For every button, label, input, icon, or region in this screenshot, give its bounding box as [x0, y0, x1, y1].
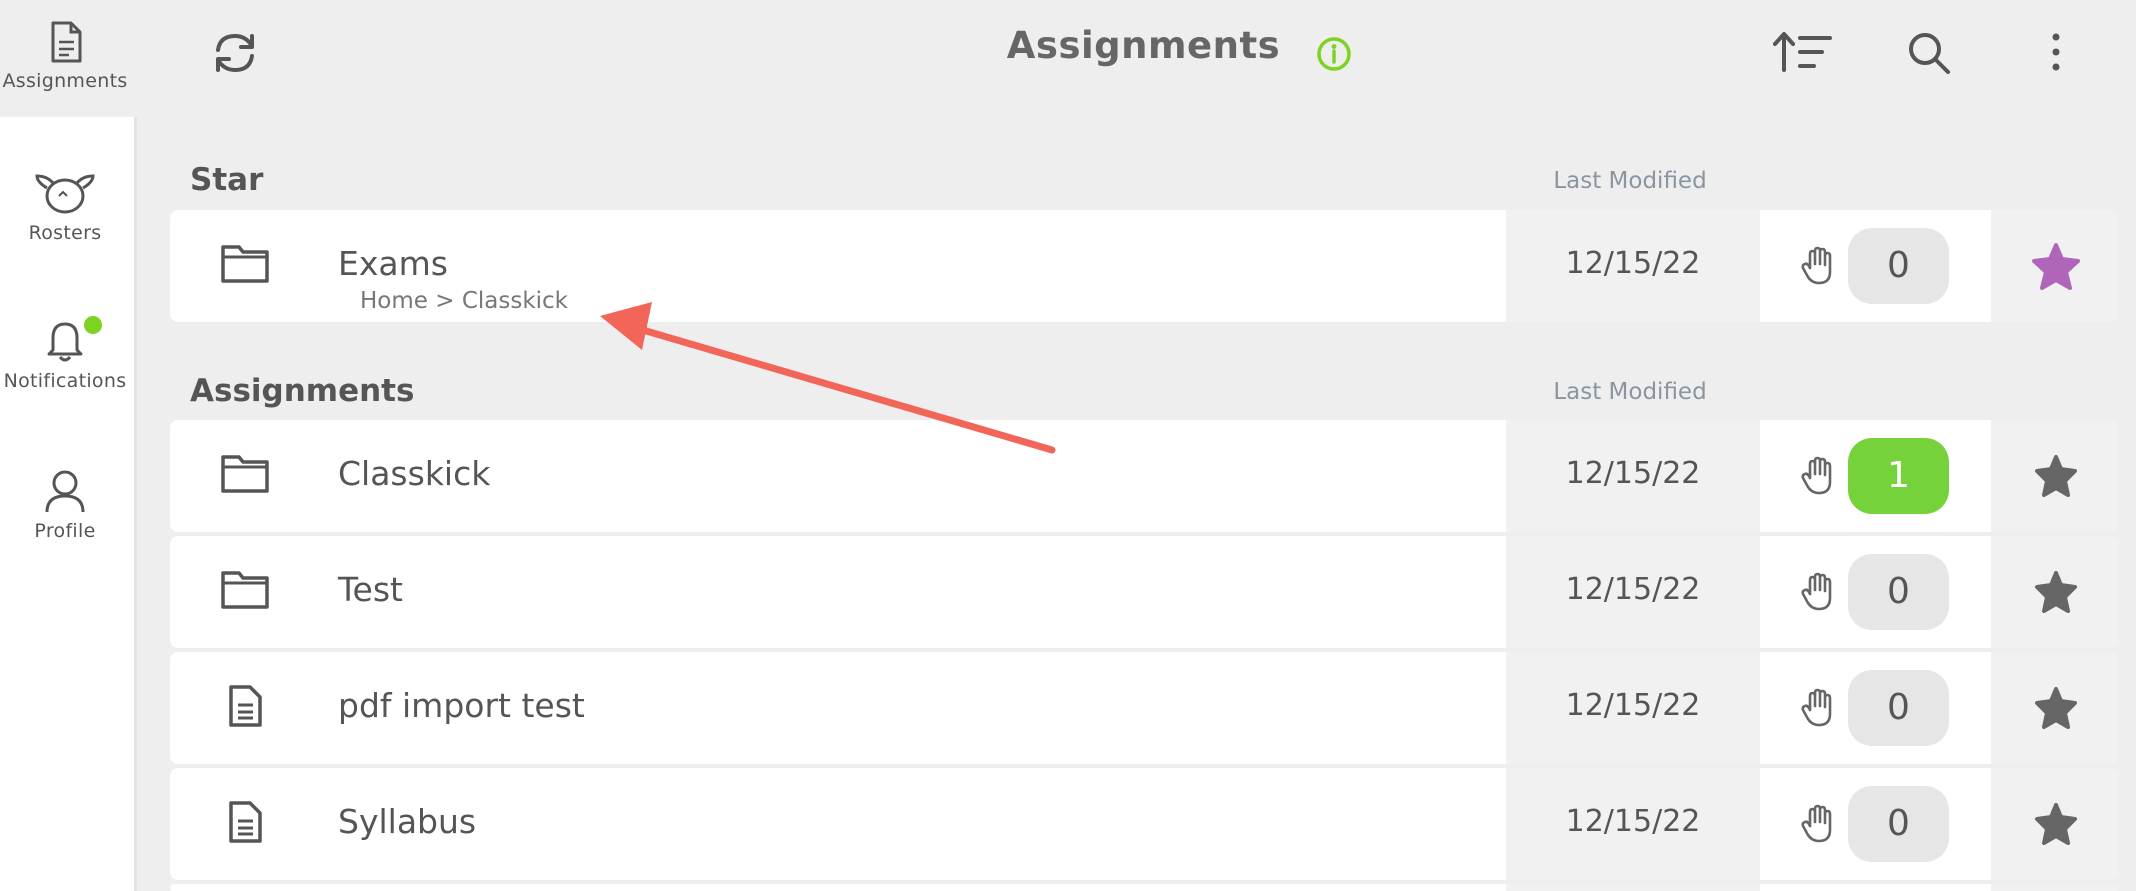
last-modified-date: 12/15/22: [1565, 804, 1701, 839]
last-modified-header[interactable]: Last Modified: [1506, 379, 1754, 405]
info-icon: [1317, 37, 1351, 71]
refresh-button[interactable]: [208, 28, 262, 82]
item-name: Test: [338, 570, 403, 609]
sidebar-item-profile[interactable]: Profile: [0, 468, 130, 542]
search-button[interactable]: [1906, 30, 1952, 80]
document-icon: [51, 21, 82, 63]
help-count-badge[interactable]: 0: [1848, 786, 1949, 862]
sort-button[interactable]: [1772, 30, 1834, 78]
folder-icon: [220, 452, 270, 498]
help-count-badge[interactable]: 0: [1848, 228, 1949, 304]
date-cell: [1506, 884, 1760, 891]
sidebar-item-rosters[interactable]: Rosters: [0, 170, 130, 244]
raised-hand-icon: [1801, 246, 1832, 285]
last-modified-date: 12/15/22: [1565, 572, 1701, 607]
star-icon[interactable]: [2031, 800, 2081, 850]
item-name: Classkick: [338, 454, 491, 493]
section-title-star: Star: [190, 162, 264, 198]
sidebar-item-label: Notifications: [3, 370, 127, 392]
raised-hand-icon: [1801, 456, 1832, 495]
sidebar-item-label: Profile: [34, 520, 96, 542]
search-icon: [1909, 33, 1950, 74]
star-cell: [1991, 884, 2119, 891]
folder-icon: [220, 242, 270, 288]
document-icon: [226, 800, 266, 848]
sidebar-item-label: Assignments: [2, 70, 128, 92]
last-modified-date: 12/15/22: [1565, 688, 1701, 723]
app-root: Assignments Rosters Notifications Profil…: [0, 0, 2136, 891]
date-cell: 12/15/22: [1506, 536, 1760, 648]
info-button[interactable]: [1316, 36, 1352, 76]
star-icon[interactable]: [2031, 452, 2081, 502]
star-icon[interactable]: [2031, 684, 2081, 734]
item-name: Syllabus: [338, 802, 477, 841]
list-item[interactable]: Exams Home > Classkick 12/15/22 0: [170, 210, 2119, 322]
raised-hand-icon: [1801, 804, 1832, 843]
list-item[interactable]: Classkick 12/15/22 1: [170, 420, 2119, 532]
sidebar: Assignments Rosters Notifications Profil…: [0, 0, 137, 891]
list-item[interactable]: Test 12/15/22 0: [170, 536, 2119, 648]
person-icon: [45, 470, 85, 513]
document-icon: [226, 684, 266, 732]
breadcrumb: Home > Classkick: [360, 288, 568, 314]
last-modified-date: 12/15/22: [1565, 246, 1701, 281]
date-cell: 12/15/22: [1506, 420, 1760, 532]
help-count-badge[interactable]: 1: [1848, 438, 1949, 514]
date-cell: 12/15/22: [1506, 768, 1760, 880]
star-icon[interactable]: [2031, 568, 2081, 618]
refresh-icon: [216, 33, 254, 73]
page-title: Assignments: [1006, 24, 1281, 67]
date-cell: 12/15/22: [1506, 210, 1760, 322]
sidebar-item-label: Rosters: [28, 222, 102, 244]
row-main: [170, 884, 1506, 891]
star-icon[interactable]: [2031, 242, 2081, 292]
item-name: Exams: [338, 244, 448, 283]
notification-dot: [84, 316, 102, 334]
last-modified-header[interactable]: Last Modified: [1506, 168, 1754, 194]
sheep-icon: [35, 174, 95, 214]
date-cell: 12/15/22: [1506, 652, 1760, 764]
list-item-partial[interactable]: [170, 884, 2119, 891]
list-item[interactable]: pdf import test 12/15/22 0: [170, 652, 2119, 764]
more-button[interactable]: [2046, 30, 2066, 78]
item-name: pdf import test: [338, 686, 585, 725]
folder-icon: [220, 568, 270, 614]
section-title-assignments: Assignments: [190, 373, 415, 409]
more-icon: [2052, 33, 2060, 71]
last-modified-date: 12/15/22: [1565, 456, 1701, 491]
help-count-badge[interactable]: 0: [1848, 670, 1949, 746]
help-count-badge[interactable]: 0: [1848, 554, 1949, 630]
raised-hand-icon: [1801, 572, 1832, 611]
sort-icon: [1773, 32, 1832, 72]
raised-hand-icon: [1801, 688, 1832, 727]
sidebar-item-notifications[interactable]: Notifications: [0, 318, 130, 392]
sidebar-item-assignments[interactable]: Assignments: [0, 20, 130, 92]
count-cell: [1760, 884, 1991, 891]
list-item[interactable]: Syllabus 12/15/22 0: [170, 768, 2119, 880]
bell-icon: [47, 322, 83, 362]
